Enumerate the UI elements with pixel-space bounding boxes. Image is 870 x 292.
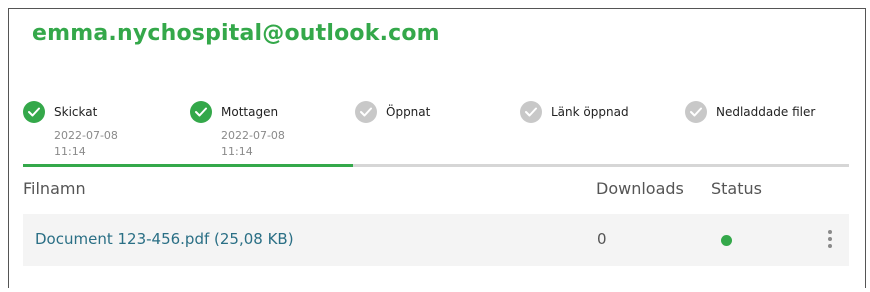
table-row: Document 123-456.pdf (25,08 KB) 0 xyxy=(23,214,849,266)
step-timestamp: 2022-07-08 11:14 xyxy=(54,128,118,160)
step-label: Öppnat xyxy=(386,105,431,119)
more-options-icon[interactable] xyxy=(824,228,836,252)
check-icon xyxy=(355,101,377,123)
step-label: Mottagen xyxy=(221,105,279,119)
column-header-downloads: Downloads xyxy=(596,179,684,198)
step-timestamp: 2022-07-08 11:14 xyxy=(221,128,285,160)
step-date: 2022-07-08 xyxy=(221,129,285,142)
check-icon xyxy=(23,101,45,123)
progress-track xyxy=(23,164,849,167)
step-time: 11:14 xyxy=(54,145,86,158)
delivery-steps: Skickat 2022-07-08 11:14 Mottagen 2022-0… xyxy=(23,101,853,171)
file-link[interactable]: Document 123-456.pdf (25,08 KB) xyxy=(35,230,294,248)
check-icon xyxy=(520,101,542,123)
delivery-status-card: emma.nychospital@outlook.com Skickat 202… xyxy=(8,8,866,288)
recipient-email: emma.nychospital@outlook.com xyxy=(32,21,440,46)
check-icon xyxy=(190,101,212,123)
step-label: Länk öppnad xyxy=(551,105,629,119)
step-time: 11:14 xyxy=(221,145,253,158)
step-label: Skickat xyxy=(54,105,98,119)
column-header-status: Status xyxy=(711,179,762,198)
step-label: Nedladdade filer xyxy=(716,105,816,119)
step-date: 2022-07-08 xyxy=(54,129,118,142)
progress-fill xyxy=(23,164,354,167)
status-dot-icon xyxy=(721,235,732,246)
check-icon xyxy=(685,101,707,123)
downloads-count: 0 xyxy=(597,230,607,248)
column-header-filename: Filnamn xyxy=(23,179,86,198)
